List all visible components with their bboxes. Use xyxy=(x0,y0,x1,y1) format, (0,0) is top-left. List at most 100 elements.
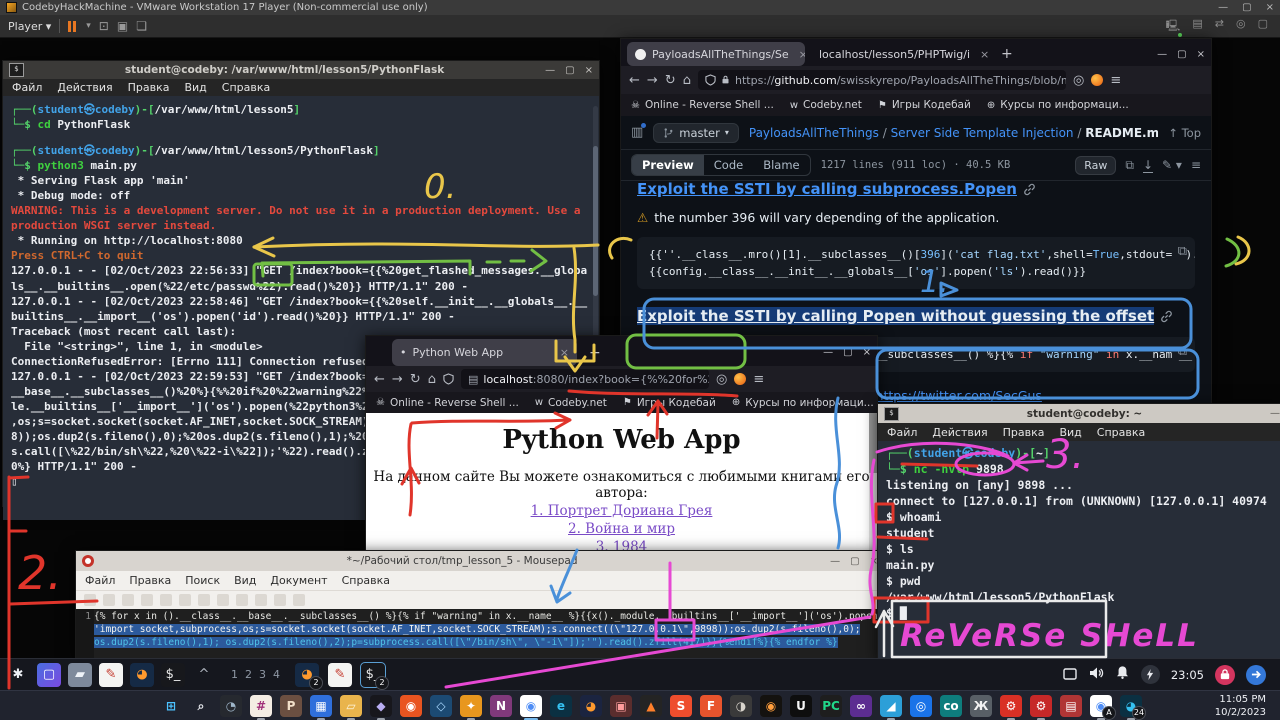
minimize-button[interactable]: — xyxy=(823,347,833,358)
maximize-button[interactable]: ▢ xyxy=(850,556,859,567)
menu-item[interactable]: Вид xyxy=(234,574,256,587)
menu-item[interactable]: Справка xyxy=(222,81,270,94)
calendar-icon[interactable]: ▦ xyxy=(310,695,332,717)
obsidian-icon[interactable]: ◆ xyxy=(370,695,392,717)
maximize-button[interactable]: ▢ xyxy=(565,65,574,76)
visual-studio-icon[interactable]: ∞ xyxy=(850,695,872,717)
suspend-vm-button[interactable] xyxy=(68,17,78,36)
workspace-number[interactable]: 4 xyxy=(273,668,280,681)
menu-item[interactable]: Правка xyxy=(128,81,170,94)
codeby-icon[interactable]: co xyxy=(940,695,962,717)
shopee-icon[interactable]: S xyxy=(670,695,692,717)
minimize-button[interactable]: — xyxy=(545,65,555,76)
workspace-number[interactable]: 2 xyxy=(245,668,252,681)
terminal-titlebar[interactable]: $ student@codeby: ~ — xyxy=(878,404,1280,423)
start-button[interactable]: ⊞ xyxy=(160,695,182,717)
bookmark-item[interactable]: wCodeby.net xyxy=(535,397,607,409)
back-to-top-link[interactable]: ↑ Top xyxy=(1168,126,1201,140)
maps-pin-icon[interactable]: ◎ xyxy=(910,695,932,717)
logout-icon[interactable] xyxy=(1246,665,1266,685)
undo-icon[interactable] xyxy=(179,594,191,606)
explorer-icon[interactable]: ▱ xyxy=(340,695,362,717)
edge-dev-icon[interactable]: ◕24 xyxy=(1120,695,1142,717)
menu-item[interactable]: Файл xyxy=(12,81,42,94)
carrot-icon[interactable]: ▲ xyxy=(640,695,662,717)
copy-icon[interactable] xyxy=(236,594,248,606)
menu-item[interactable]: Документ xyxy=(270,574,327,587)
blender-icon[interactable]: ◉ xyxy=(760,695,782,717)
window-list-icon[interactable] xyxy=(1063,665,1077,684)
vmware-player-icon[interactable]: ✦ xyxy=(460,695,482,717)
editor-text[interactable]: {% for x in ().__class__.__base__.__subc… xyxy=(94,609,884,659)
menu-item[interactable]: Действия xyxy=(932,426,987,439)
menu-item[interactable]: Вид xyxy=(184,81,206,94)
ubuntu-icon[interactable]: ◉ xyxy=(400,695,422,717)
minimize-button[interactable]: — xyxy=(1157,49,1167,60)
network-adapter-icon[interactable]: ⇄ xyxy=(1215,17,1224,36)
raw-button[interactable]: Raw xyxy=(1075,156,1116,175)
sound-device-icon[interactable]: ◎ xyxy=(1236,17,1246,36)
download-icon[interactable]: ↓ xyxy=(1143,158,1153,173)
outline-icon[interactable]: ≡ xyxy=(1191,158,1201,172)
minimize-button[interactable]: — xyxy=(1270,408,1280,419)
url-bar[interactable]: ▤ localhost:8080/index?book={%%20for%20x… xyxy=(461,369,709,389)
pocket-icon[interactable]: ◎ xyxy=(716,372,727,387)
close-button[interactable]: × xyxy=(1266,2,1274,13)
tracking-shield-icon[interactable] xyxy=(705,74,716,86)
reload-button[interactable]: ↻ xyxy=(410,372,421,387)
firefox-icon[interactable]: ◕ xyxy=(580,695,602,717)
edit-pencil-icon[interactable]: ✎ ▾ xyxy=(1162,158,1182,172)
close-tab-icon[interactable]: × xyxy=(560,346,569,359)
host-clock[interactable]: 11:05 PM 10/2/2023 xyxy=(1215,693,1280,719)
settings-red-icon[interactable]: ⚙ xyxy=(1030,695,1052,717)
speedtest-icon[interactable]: ◔ xyxy=(220,695,242,717)
find-icon[interactable] xyxy=(274,594,286,606)
cut-icon[interactable] xyxy=(217,594,229,606)
close-doc-icon[interactable] xyxy=(160,594,172,606)
send-ctrl-alt-del-button[interactable]: ⊡ xyxy=(99,19,109,33)
breadcrumb-repo[interactable]: PayloadsAllTheThings xyxy=(749,126,879,140)
save-as-icon[interactable] xyxy=(141,594,153,606)
new-file-icon[interactable] xyxy=(84,594,96,606)
copy-code-icon[interactable]: ⧉ xyxy=(1172,343,1187,360)
editor-area[interactable]: 1 {% for x in ().__class__.__base__.__su… xyxy=(76,609,884,659)
close-tab-icon[interactable]: × xyxy=(799,48,805,61)
app-menu-button[interactable]: ✱ xyxy=(6,663,30,687)
maximize-button[interactable]: ▢ xyxy=(1242,2,1251,13)
open-file-icon[interactable] xyxy=(103,594,115,606)
extension-icon[interactable] xyxy=(1091,74,1103,86)
terminal-output[interactable]: ┌──(student㉿codeby)-[~]└─$ nc -nvlp 9898… xyxy=(878,441,1280,670)
lock-screen-icon[interactable] xyxy=(1215,665,1235,685)
book-link[interactable]: 1. Портрет Дориана Грея xyxy=(366,503,877,519)
search-button[interactable]: ⌕ xyxy=(190,695,212,717)
forward-button[interactable]: → xyxy=(392,372,403,387)
close-tab-icon[interactable]: × xyxy=(980,48,989,61)
chrome-profile-icon[interactable]: ◉A xyxy=(1090,695,1112,717)
task-mousepad[interactable]: ✎ xyxy=(328,663,352,687)
kali-dragon-icon[interactable]: Ж xyxy=(970,695,992,717)
display-device-icon[interactable]: ▢ xyxy=(1258,17,1268,36)
url-bar[interactable]: https://github.com/swisskyrepo/PayloadsA… xyxy=(698,70,1066,90)
home-button[interactable]: ⌂ xyxy=(428,372,436,387)
power-manager-icon[interactable] xyxy=(1141,665,1160,684)
tab-preview[interactable]: Preview xyxy=(632,155,704,175)
redo-icon[interactable] xyxy=(198,594,210,606)
usb-device-icon[interactable]: ▤ xyxy=(1192,17,1202,36)
bookmark-item[interactable]: wCodeby.net xyxy=(790,99,862,111)
menu-item[interactable]: Действия xyxy=(57,81,112,94)
notification-bell-icon[interactable] xyxy=(1115,665,1130,684)
fullscreen-button[interactable]: ▣ xyxy=(117,19,128,33)
bookmark-item[interactable]: ⊕Курсы по информаци... xyxy=(732,397,874,409)
branch-selector[interactable]: master▾ xyxy=(653,123,739,143)
menu-item[interactable]: Файл xyxy=(85,574,115,587)
code-block-subprocess[interactable]: ⧉{{''.__class__.mro()[1].__subclasses__(… xyxy=(637,237,1195,289)
save-icon[interactable] xyxy=(122,594,134,606)
replace-icon[interactable] xyxy=(293,594,305,606)
gimp-icon[interactable]: ◑ xyxy=(730,695,752,717)
minimize-button[interactable]: — xyxy=(1218,2,1228,13)
reload-button[interactable]: ↻ xyxy=(665,73,676,88)
new-tab-button[interactable]: + xyxy=(583,345,607,361)
menu-item[interactable]: Справка xyxy=(1097,426,1145,439)
slack-icon[interactable]: # xyxy=(250,695,272,717)
copy-raw-icon[interactable]: ⧉ xyxy=(1125,158,1134,173)
